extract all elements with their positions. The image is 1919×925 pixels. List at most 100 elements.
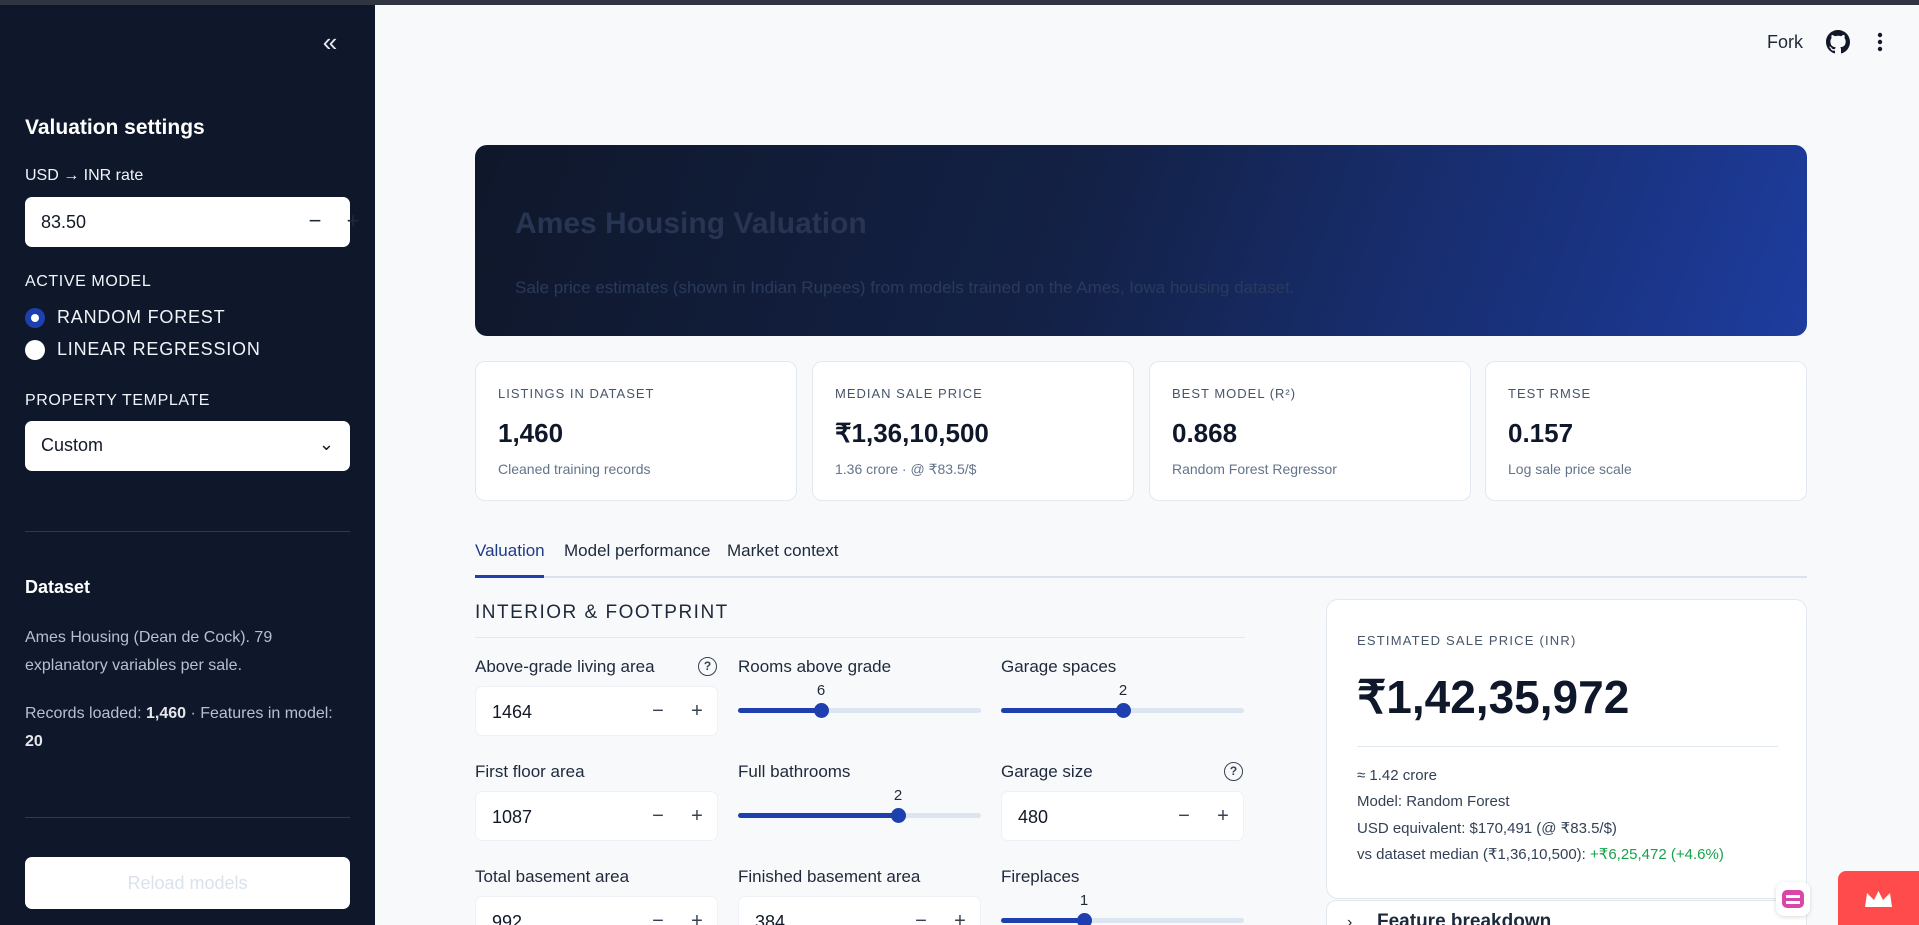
slider-fill <box>738 708 821 713</box>
metric-value: 0.157 <box>1508 418 1574 448</box>
property-template-label: PROPERTY TEMPLATE <box>25 392 211 409</box>
app-status-icon[interactable] <box>1776 882 1810 916</box>
radio-unselected-icon[interactable] <box>25 339 45 360</box>
living-area-increment-button[interactable]: + <box>683 697 711 727</box>
features-prefix: · Features in model: <box>186 705 333 722</box>
section-title: INTERIOR & FOOTPRINT <box>475 602 729 623</box>
reload-models-button[interactable]: Reload models <box>25 857 350 909</box>
double-chevron-left-icon[interactable]: « <box>316 29 344 56</box>
median-comparison-text: vs dataset median (₹1,36,10,500): <box>1357 846 1591 863</box>
records-prefix: Records loaded: <box>25 705 146 722</box>
radio-label: RANDOM FOREST <box>57 307 226 327</box>
garage-size-increment-button[interactable]: + <box>1209 802 1237 832</box>
metric-subtext: Log sale price scale <box>1508 461 1632 477</box>
radio-selected-icon[interactable] <box>25 307 45 328</box>
estimate-label: ESTIMATED SALE PRICE (INR) <box>1357 633 1577 648</box>
metric-label: LISTINGS IN DATASET <box>498 386 655 401</box>
dataset-description: Ames Housing (Dean de Cock). 79 explanat… <box>25 629 273 674</box>
slider-value: 2 <box>1118 682 1128 699</box>
garage-spaces-label: Garage spaces <box>1001 657 1117 676</box>
estimate-vs-median: vs dataset median (₹1,36,10,500): +₹6,25… <box>1357 845 1724 863</box>
full-bath-slider[interactable]: 2 <box>738 787 981 827</box>
help-icon[interactable]: ? <box>1224 762 1243 781</box>
living-area-input[interactable]: 1464 − + <box>475 686 718 736</box>
tab-market-context[interactable]: Market context <box>727 541 839 561</box>
tab-valuation[interactable]: Valuation <box>475 541 545 561</box>
first-floor-increment-button[interactable]: + <box>683 802 711 832</box>
tab-model-performance[interactable]: Model performance <box>564 541 710 561</box>
slider-fill <box>1001 918 1084 923</box>
section-divider <box>475 637 1245 638</box>
metric-card-best-model: BEST MODEL (R²) 0.868 Random Forest Regr… <box>1149 361 1471 501</box>
fork-button[interactable]: Fork <box>1767 32 1803 53</box>
estimate-divider <box>1357 746 1778 747</box>
rate-value[interactable]: 83.50 <box>41 212 86 233</box>
feature-breakdown-expander[interactable]: › Feature breakdown <box>1326 900 1807 925</box>
radio-random-forest[interactable]: RANDOM FOREST <box>25 307 225 328</box>
hero-banner: Ames Housing Valuation Sale price estima… <box>475 145 1807 336</box>
slider-thumb[interactable] <box>891 808 906 823</box>
metric-card-median: MEDIAN SALE PRICE ₹1,36,10,500 1.36 cror… <box>812 361 1134 501</box>
chevron-down-icon: ⌄ <box>318 434 334 454</box>
records-count: 1,460 <box>145 705 187 722</box>
streamlit-badge[interactable] <box>1838 871 1919 925</box>
github-icon[interactable] <box>1826 30 1850 54</box>
metric-label: BEST MODEL (R²) <box>1172 386 1297 401</box>
crown-icon <box>1865 891 1892 907</box>
metric-label: TEST RMSE <box>1508 386 1592 401</box>
records-info: Records loaded: 1,460 · Features in mode… <box>25 700 345 756</box>
garage-size-input[interactable]: 480 − + <box>1001 791 1244 841</box>
slider-thumb[interactable] <box>1116 703 1131 718</box>
slider-fill <box>1001 708 1123 713</box>
slider-thumb[interactable] <box>1077 913 1092 925</box>
total-basement-value[interactable]: 992 <box>492 912 522 925</box>
finished-basement-decrement-button[interactable]: − <box>907 907 935 925</box>
garage-size-value[interactable]: 480 <box>1018 807 1048 828</box>
estimate-crore: ≈ 1.42 crore <box>1357 767 1437 784</box>
metric-card-rmse: TEST RMSE 0.157 Log sale price scale <box>1485 361 1807 501</box>
first-floor-label: First floor area <box>475 762 585 781</box>
active-tab-indicator <box>475 575 544 578</box>
template-value: Custom <box>41 435 104 455</box>
total-basement-increment-button[interactable]: + <box>683 907 711 925</box>
first-floor-decrement-button[interactable]: − <box>644 802 672 832</box>
slider-value: 6 <box>816 682 826 699</box>
finished-basement-value[interactable]: 384 <box>755 912 785 925</box>
median-delta: +₹6,25,472 (+4.6%) <box>1590 846 1724 863</box>
estimate-panel: ESTIMATED SALE PRICE (INR) ₹1,42,35,972 … <box>1326 599 1807 899</box>
first-floor-value[interactable]: 1087 <box>492 807 532 828</box>
expander-title: Feature breakdown <box>1377 911 1552 925</box>
estimate-usd: USD equivalent: $170,491 (@ ₹83.5/$) <box>1357 820 1617 837</box>
finished-basement-input[interactable]: 384 − + <box>738 896 981 925</box>
help-icon[interactable]: ? <box>698 657 717 676</box>
garage-size-decrement-button[interactable]: − <box>1170 802 1198 832</box>
living-area-decrement-button[interactable]: − <box>644 697 672 727</box>
metric-value: 0.868 <box>1172 418 1238 448</box>
rate-input[interactable]: 83.50 − + <box>25 197 359 247</box>
metric-value: ₹1,36,10,500 <box>835 418 989 448</box>
rate-decrement-button[interactable]: − <box>300 207 330 237</box>
full-bath-label: Full bathrooms <box>738 762 851 781</box>
hero-title: Ames Housing Valuation <box>515 207 867 240</box>
slider-value: 1 <box>1079 892 1089 909</box>
hero-subtitle: Sale price estimates (shown in Indian Ru… <box>515 278 1295 297</box>
total-basement-input[interactable]: 992 − + <box>475 896 718 925</box>
radio-linear-regression[interactable]: LINEAR REGRESSION <box>25 339 261 360</box>
metric-subtext: Random Forest Regressor <box>1172 461 1337 477</box>
kebab-menu-icon[interactable] <box>1871 30 1889 54</box>
garage-spaces-slider[interactable]: 2 <box>1001 682 1244 722</box>
dataset-heading: Dataset <box>25 577 91 597</box>
property-template-select[interactable]: Custom ⌄ <box>25 421 350 471</box>
slider-thumb[interactable] <box>814 703 829 718</box>
features-count: 20 <box>25 733 43 750</box>
fireplaces-label: Fireplaces <box>1001 867 1080 886</box>
rooms-slider[interactable]: 6 <box>738 682 981 722</box>
total-basement-decrement-button[interactable]: − <box>644 907 672 925</box>
estimate-model: Model: Random Forest <box>1357 793 1510 810</box>
metric-label: MEDIAN SALE PRICE <box>835 386 983 401</box>
finished-basement-increment-button[interactable]: + <box>946 907 974 925</box>
first-floor-input[interactable]: 1087 − + <box>475 791 718 841</box>
fireplaces-slider[interactable]: 1 <box>1001 892 1244 925</box>
living-area-value[interactable]: 1464 <box>492 702 532 723</box>
rate-increment-button[interactable]: + <box>338 207 368 237</box>
